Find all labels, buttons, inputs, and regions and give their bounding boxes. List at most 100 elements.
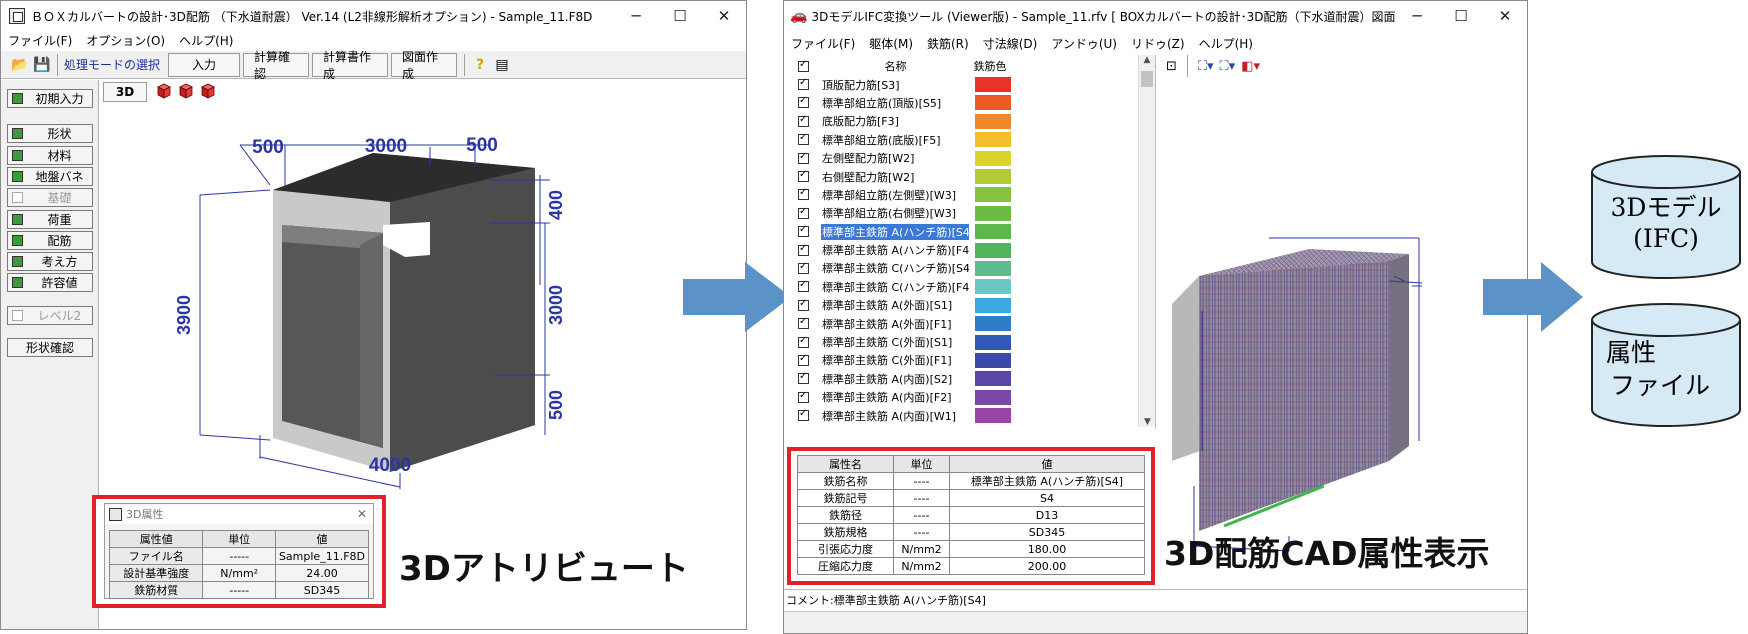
maximize-button[interactable]: ☐ <box>1439 1 1483 31</box>
rebar-list-item[interactable]: 標準部主鉄筋 A(ハンチ筋)[S4] <box>784 223 1136 241</box>
rebar-visible-checkbox[interactable] <box>798 408 809 422</box>
rebar-visible-checkbox[interactable] <box>798 298 809 311</box>
rebar-visible-checkbox[interactable] <box>798 371 809 385</box>
rebar-list-item[interactable]: 標準部主鉄筋 C(外面)[S1] <box>784 333 1136 351</box>
menu-rebar[interactable]: 鉄筋(R) <box>920 35 976 52</box>
rebar-color-swatch[interactable] <box>975 408 1011 424</box>
scroll-thumb[interactable] <box>1141 71 1153 87</box>
rebar-list-item[interactable]: 標準部主鉄筋 A(外面)[S1] <box>784 296 1136 314</box>
rebar-visible-checkbox[interactable] <box>798 151 809 164</box>
attr-dialog-close-icon[interactable]: ✕ <box>357 507 367 521</box>
rebar-list-item[interactable]: 標準部主鉄筋 A(内面)[F2] <box>784 388 1136 406</box>
cube-icon[interactable] <box>157 83 171 99</box>
rebar-color-swatch[interactable] <box>975 279 1011 295</box>
side-button-shape-check[interactable]: 形状確認 <box>7 338 93 357</box>
rebar-list-item[interactable]: 標準部主鉄筋 C(外面)[F1] <box>784 351 1136 369</box>
rebar-list-item[interactable]: 頂版配力筋[S3] <box>784 75 1136 93</box>
find-next-icon[interactable]: ⛶▾ <box>1220 59 1236 74</box>
rebar-visible-checkbox[interactable] <box>798 114 809 127</box>
rebar-color-swatch[interactable] <box>975 260 1011 276</box>
rebar-color-swatch[interactable] <box>975 132 1011 148</box>
rebar-list-item[interactable]: 底版配力筋[F3] <box>784 112 1136 130</box>
menu-option[interactable]: オプション(O) <box>79 32 172 49</box>
rebar-visible-checkbox[interactable] <box>798 206 809 219</box>
list-scrollbar[interactable]: ▲ ▼ <box>1138 55 1155 427</box>
menu-file[interactable]: ファイル(F) <box>784 35 862 52</box>
rebar-list-item[interactable]: 標準部主鉄筋 C(ハンチ筋)[S4] <box>784 259 1136 277</box>
side-button-concept[interactable]: 考え方 <box>7 252 93 271</box>
report-button[interactable]: 計算書作成 <box>312 50 389 81</box>
rebar-color-swatch[interactable] <box>975 113 1011 129</box>
rebar-color-swatch[interactable] <box>975 150 1011 166</box>
rebar-color-swatch[interactable] <box>975 242 1011 258</box>
rebar-visible-checkbox[interactable] <box>798 261 809 274</box>
save-icon[interactable]: 💾 <box>31 54 53 76</box>
side-button-level2[interactable]: レベル2 <box>7 306 93 325</box>
find-icon[interactable]: ⛶▾ <box>1198 59 1214 74</box>
rebar-color-swatch[interactable] <box>975 371 1011 387</box>
view-3d-button[interactable]: 3D <box>103 82 147 102</box>
rebar-list-item[interactable]: 標準部組立筋(右側壁)[W3] <box>784 204 1136 222</box>
rebar-list-item[interactable]: 左側壁配力筋[W2] <box>784 149 1136 167</box>
rebar-color-swatch[interactable] <box>975 187 1011 203</box>
select-all-checkbox[interactable] <box>798 59 809 72</box>
rebar-color-swatch[interactable] <box>975 297 1011 313</box>
calc-check-button[interactable]: 計算確認 <box>243 50 310 81</box>
fit-view-icon[interactable]: ⊡ <box>1166 59 1177 74</box>
menu-file[interactable]: ファイル(F) <box>1 32 79 49</box>
menu-help[interactable]: ヘルプ(H) <box>1192 35 1260 52</box>
rebar-color-swatch[interactable] <box>975 205 1011 221</box>
rebar-visible-checkbox[interactable] <box>798 187 809 201</box>
minimize-button[interactable]: ─ <box>614 1 658 31</box>
rebar-visible-checkbox[interactable] <box>798 77 809 91</box>
minimize-button[interactable]: ─ <box>1395 1 1439 31</box>
rebar-list-item[interactable]: 標準部主鉄筋 A(内面)[S2] <box>784 370 1136 388</box>
rebar-visible-checkbox[interactable] <box>798 95 809 109</box>
layer-icon[interactable]: ◧▾ <box>1241 59 1260 74</box>
side-button-ground-spring[interactable]: 地盤バネ <box>7 167 93 186</box>
rebar-color-swatch[interactable] <box>975 389 1011 405</box>
cube-icon[interactable] <box>201 83 215 99</box>
rebar-list-item[interactable]: 標準部主鉄筋 A(外面)[F1] <box>784 314 1136 332</box>
menu-dimension[interactable]: 寸法線(D) <box>976 35 1045 52</box>
open-folder-icon[interactable]: 📂 <box>9 54 31 76</box>
drawing-button[interactable]: 図面作成 <box>391 50 458 81</box>
maximize-button[interactable]: ☐ <box>658 1 702 31</box>
rebar-color-swatch[interactable] <box>975 95 1011 111</box>
close-button[interactable]: ✕ <box>1483 1 1527 31</box>
rebar-color-swatch[interactable] <box>975 77 1011 93</box>
rebar-visible-checkbox[interactable] <box>798 279 809 293</box>
side-button-shape[interactable]: 形状 <box>7 124 93 143</box>
rebar-visible-checkbox[interactable] <box>798 390 809 403</box>
rebar-list-item[interactable]: 標準部主鉄筋 A(内面)[W1] <box>784 406 1136 424</box>
rebar-color-swatch[interactable] <box>975 352 1011 368</box>
rebar-list-item[interactable]: 右側壁配力筋[W2] <box>784 167 1136 185</box>
rebar-3d-model[interactable] <box>1164 81 1526 586</box>
rebar-visible-checkbox[interactable] <box>798 353 809 366</box>
side-button-material[interactable]: 材料 <box>7 146 93 165</box>
side-button-foundation[interactable]: 基礎 <box>7 188 93 207</box>
rebar-color-swatch[interactable] <box>975 224 1011 240</box>
rebar-visible-checkbox[interactable] <box>798 243 809 256</box>
rebar-list-item[interactable]: 標準部主鉄筋 A(ハンチ筋)[F4] <box>784 241 1136 259</box>
rebar-visible-checkbox[interactable] <box>798 335 809 348</box>
scroll-down-icon[interactable]: ▼ <box>1139 417 1156 427</box>
scroll-up-icon[interactable]: ▲ <box>1139 55 1155 65</box>
close-button[interactable]: ✕ <box>702 1 746 31</box>
side-button-allowable[interactable]: 許容値 <box>7 273 93 292</box>
rebar-color-swatch[interactable] <box>975 169 1011 185</box>
menu-help[interactable]: ヘルプ(H) <box>172 32 240 49</box>
rebar-list-item[interactable]: 標準部主鉄筋 C(ハンチ筋)[F4] <box>784 278 1136 296</box>
rebar-list-item[interactable]: 標準部組立筋(頂版)[S5] <box>784 94 1136 112</box>
rebar-visible-checkbox[interactable] <box>798 224 809 238</box>
rebar-color-swatch[interactable] <box>975 316 1011 332</box>
help-icon[interactable]: ? <box>469 54 491 76</box>
side-button-initial-input[interactable]: 初期入力 <box>7 89 93 108</box>
rebar-list-item[interactable]: 標準部組立筋(底版)[F5] <box>784 131 1136 149</box>
rebar-color-swatch[interactable] <box>975 334 1011 350</box>
rebar-list-item[interactable]: 標準部組立筋(左側壁)[W3] <box>784 186 1136 204</box>
side-button-load[interactable]: 荷重 <box>7 210 93 229</box>
menu-redo[interactable]: リドゥ(Z) <box>1124 35 1192 52</box>
rebar-visible-checkbox[interactable] <box>798 316 809 330</box>
cube-icon[interactable] <box>179 83 193 99</box>
